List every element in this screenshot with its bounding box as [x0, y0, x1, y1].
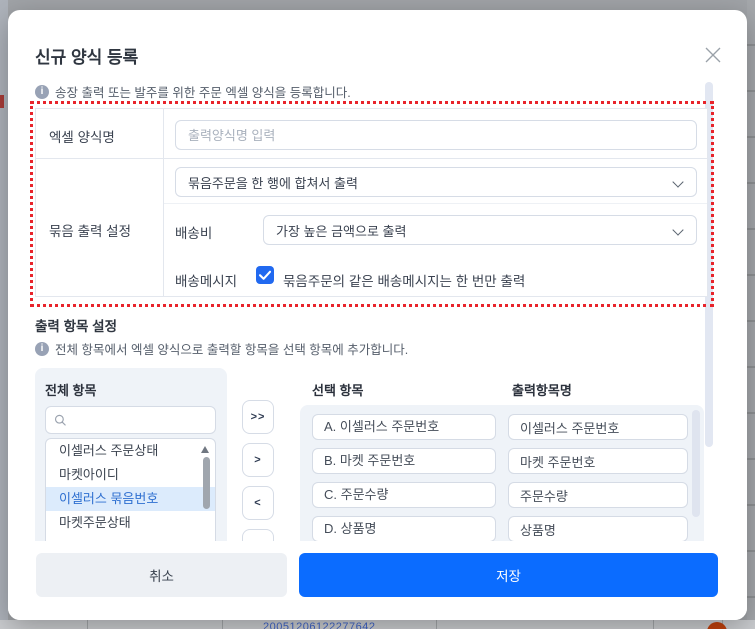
bg-table-line: [436, 620, 437, 629]
list-item[interactable]: 마켓주문상태: [46, 511, 215, 535]
excel-format-name-input[interactable]: [188, 127, 684, 143]
delivery-message-checkbox-label: 묶음주문의 같은 배송메시지는 한 번만 출력: [283, 274, 526, 289]
panel-scrollbar-thumb[interactable]: [692, 410, 700, 517]
output-items-info-row: i 전체 항목에서 엑셀 양식으로 출력할 항목을 선택 항목에 추가합니다.: [35, 339, 408, 358]
dimmed-page-bottom: [0, 620, 755, 629]
move-all-right-button[interactable]: >>: [242, 400, 274, 434]
info-icon: i: [35, 341, 49, 356]
list-scrollbar-thumb[interactable]: [203, 457, 210, 509]
delivery-message-checkbox[interactable]: [256, 266, 274, 284]
output-name-field-wrap: [508, 448, 688, 474]
all-items-panel: 전체 항목 이셀러스 주문상태 마켓아이디 이셀러스 묶음번호 마켓주문상태: [35, 368, 227, 555]
shipping-fee-dropdown[interactable]: 가장 높은 금액으로 출력: [263, 215, 697, 245]
new-format-modal: 신규 양식 등록 i 송장 출력 또는 발주를 위한 주문 엑셀 양식을 등록합…: [8, 10, 747, 620]
table-subrow-separator: [164, 203, 707, 204]
selected-items-title: 선택 항목: [312, 383, 364, 398]
output-items-info-text: 전체 항목에서 엑셀 양식으로 출력할 항목을 선택 항목에 추가합니다.: [55, 343, 409, 357]
modal-title: 신규 양식 등록: [35, 48, 139, 67]
bundle-merge-dropdown-value: 묶음주문을 한 행에 합쳐서 출력: [188, 175, 358, 191]
move-left-button[interactable]: <: [242, 486, 274, 520]
all-items-search[interactable]: [45, 406, 216, 434]
selected-item[interactable]: B. 마켓 주문번호: [312, 448, 496, 474]
all-items-title: 전체 항목: [45, 383, 97, 398]
all-items-search-input[interactable]: [72, 413, 207, 427]
info-icon: i: [35, 84, 49, 99]
shipping-fee-label: 배송비: [175, 226, 213, 241]
output-name-input[interactable]: [520, 521, 676, 537]
output-name-field-wrap: [508, 414, 688, 440]
bg-table-line: [222, 620, 223, 629]
bg-table-line: [653, 620, 654, 629]
bundle-output-settings-label: 묶음 출력 설정: [49, 224, 132, 239]
list-item[interactable]: 이셀러스 주문상태: [46, 439, 215, 463]
output-name-input[interactable]: [520, 453, 676, 469]
bundle-merge-dropdown[interactable]: 묶음주문을 한 행에 합쳐서 출력: [175, 167, 697, 197]
chevron-down-icon: [672, 176, 684, 188]
table-row-separator: [36, 158, 707, 159]
output-name-input[interactable]: [520, 419, 676, 435]
output-name-field-wrap: [508, 516, 688, 542]
modal-footer: 취소 저장: [8, 541, 747, 620]
excel-format-name-label: 엑셀 양식명: [49, 130, 115, 145]
list-item-selected[interactable]: 이셀러스 묶음번호: [46, 487, 215, 511]
output-items-heading: 출력 항목 설정: [35, 319, 118, 334]
selected-item[interactable]: A. 이셀러스 주문번호: [312, 414, 496, 440]
modal-info-row: i 송장 출력 또는 발주를 위한 주문 엑셀 양식을 등록합니다.: [35, 82, 351, 101]
cancel-button[interactable]: 취소: [36, 553, 287, 597]
output-name-title: 출력항목명: [512, 383, 572, 398]
screen: 20051206122277642 신규 양식 등록 i 송장 출력 또는 발주…: [0, 0, 755, 629]
delivery-message-label: 배송메시지: [175, 274, 238, 289]
scroll-up-icon[interactable]: [201, 446, 209, 453]
modal-info-text: 송장 출력 또는 발주를 위한 주문 엑셀 양식을 등록합니다.: [55, 86, 351, 100]
save-button[interactable]: 저장: [299, 553, 718, 597]
excel-format-name-field-wrap: [175, 120, 697, 150]
output-name-field-wrap: [508, 482, 688, 508]
selected-item[interactable]: D. 상품명: [312, 516, 496, 542]
output-name-input[interactable]: [520, 487, 676, 503]
close-icon[interactable]: [702, 44, 724, 66]
all-items-list: 이셀러스 주문상태 마켓아이디 이셀러스 묶음번호 마켓주문상태: [45, 438, 216, 555]
list-item[interactable]: 마켓아이디: [46, 463, 215, 487]
bg-order-number-link: 20051206122277642: [263, 621, 376, 629]
dimmed-page-right: [747, 0, 755, 629]
dimmed-red-element: [0, 95, 4, 108]
format-settings-table: 엑셀 양식명 묶음 출력 설정 묶음주문을 한 행에 합쳐서 출력 배송비 가장…: [35, 108, 708, 297]
shipping-fee-dropdown-value: 가장 높은 금액으로 출력: [276, 223, 407, 239]
chevron-down-icon: [672, 224, 684, 236]
bg-table-line: [87, 620, 88, 629]
check-icon: [258, 270, 272, 280]
search-icon: [54, 414, 66, 426]
selected-item[interactable]: C. 주문수량: [312, 482, 496, 508]
move-right-button[interactable]: >: [242, 443, 274, 477]
